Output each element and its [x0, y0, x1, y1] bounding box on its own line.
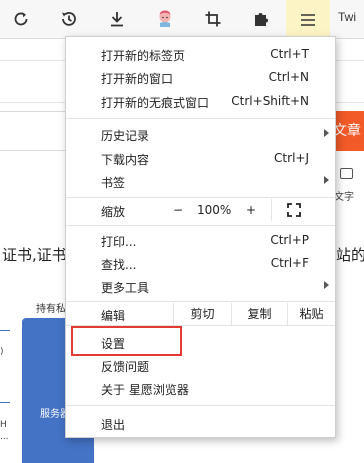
fullscreen-icon — [287, 203, 301, 217]
menu-item-label: 关于 星愿浏览器 — [101, 383, 189, 397]
menu-item-bookmarks[interactable]: 书签 — [66, 170, 335, 192]
menu-separator — [66, 225, 335, 226]
copy-button[interactable]: 复制 — [231, 303, 287, 325]
menu-item-find[interactable]: 查找... Ctrl+F — [66, 252, 335, 274]
settings-highlight-box — [71, 326, 182, 356]
menu-item-label: 更多工具 — [101, 281, 150, 295]
menu-item-downloads[interactable]: 下载内容 Ctrl+J — [66, 147, 335, 169]
crop-icon — [205, 11, 221, 27]
menu-item-shortcut: Ctrl+Shift+N — [231, 94, 309, 108]
menu-item-new-tab[interactable]: 打开新的标签页 Ctrl+T — [66, 43, 335, 65]
cut-button[interactable]: 剪切 — [173, 303, 231, 325]
refresh-icon — [14, 12, 28, 26]
menu-separator — [66, 118, 335, 119]
extensions-button[interactable] — [244, 3, 278, 35]
avatar-icon — [159, 10, 171, 27]
icon-label: 文字 — [334, 192, 354, 203]
diagram-arrow — [0, 402, 10, 403]
article-button-label: 文章 — [333, 123, 361, 139]
document-icon[interactable] — [340, 168, 353, 179]
browser-toolbar: Twi — [0, 0, 364, 39]
submenu-arrow-icon — [324, 129, 329, 137]
menu-item-label: 反馈问题 — [101, 360, 150, 374]
menu-item-label: 打开新的标签页 — [101, 49, 186, 63]
cert-text: 证书,证书 — [2, 246, 67, 264]
menu-item-label: 历史记录 — [101, 129, 150, 143]
paste-button[interactable]: 粘贴 — [287, 303, 335, 325]
menu-separator — [66, 197, 335, 198]
menu-item-shortcut: Ctrl+P — [270, 233, 309, 247]
diagram-small-label: ) — [0, 347, 4, 357]
menu-item-label: 打开新的无痕式窗口 — [101, 96, 210, 110]
menu-separator — [66, 301, 335, 302]
menu-item-label: 退出 — [101, 418, 126, 432]
menu-item-feedback[interactable]: 反馈问题 — [66, 354, 335, 376]
menu-item-about[interactable]: 关于 星愿浏览器 — [66, 377, 335, 399]
diagram-small-label: ... — [0, 432, 9, 442]
zoom-level: 100% — [197, 203, 232, 217]
screenshot-button[interactable] — [196, 3, 230, 35]
download-button[interactable] — [100, 3, 134, 35]
zoom-in-button[interactable]: + — [242, 199, 260, 221]
zoom-divider — [271, 199, 272, 221]
hamburger-menu-icon — [301, 13, 315, 26]
edit-label: 编辑 — [101, 309, 126, 323]
menu-item-label: 打开新的窗口 — [101, 72, 174, 86]
history-icon — [62, 11, 76, 26]
download-icon — [111, 12, 123, 27]
menu-item-history[interactable]: 历史记录 — [66, 123, 335, 145]
refresh-button[interactable] — [4, 3, 38, 35]
menu-item-label: 下载内容 — [101, 153, 150, 167]
zoom-out-button[interactable]: − — [169, 199, 187, 221]
menu-item-new-incognito-window[interactable]: 打开新的无痕式窗口 Ctrl+Shift+N — [66, 90, 335, 112]
menu-item-edit: 编辑 剪切 复制 粘贴 — [66, 303, 335, 325]
fullscreen-button[interactable] — [287, 203, 301, 217]
diagram-small-label: H — [0, 420, 7, 430]
menu-item-more-tools[interactable]: 更多工具 — [66, 275, 335, 297]
history-button[interactable] — [52, 3, 86, 35]
profile-button[interactable] — [148, 3, 182, 35]
submenu-arrow-icon — [324, 176, 329, 184]
main-menu-button[interactable] — [286, 0, 330, 39]
menu-item-shortcut: Ctrl+J — [274, 151, 309, 165]
menu-item-shortcut: Ctrl+F — [270, 256, 309, 270]
puzzle-icon — [255, 13, 268, 26]
menu-item-zoom: 缩放 − 100% + — [66, 199, 335, 221]
main-menu-dropdown: 打开新的标签页 Ctrl+T 打开新的窗口 Ctrl+N 打开新的无痕式窗口 C… — [65, 36, 336, 438]
cert-text-right: 站的 — [336, 246, 364, 264]
menu-item-shortcut: Ctrl+N — [268, 70, 309, 84]
menu-item-new-window[interactable]: 打开新的窗口 Ctrl+N — [66, 66, 335, 88]
menu-item-shortcut: Ctrl+T — [270, 47, 309, 61]
menu-item-label: 书签 — [101, 176, 126, 190]
tab-title[interactable]: Twi — [338, 10, 356, 24]
zoom-label: 缩放 — [101, 205, 126, 219]
submenu-arrow-icon — [324, 281, 329, 289]
diagram-arrow — [0, 330, 10, 331]
diagram-label: 持有私 — [36, 304, 66, 315]
menu-item-label: 查找... — [101, 258, 137, 272]
menu-item-exit[interactable]: 退出 — [66, 412, 335, 434]
menu-item-label: 打印... — [101, 235, 137, 249]
menu-separator — [66, 405, 335, 406]
menu-item-print[interactable]: 打印... Ctrl+P — [66, 229, 335, 251]
